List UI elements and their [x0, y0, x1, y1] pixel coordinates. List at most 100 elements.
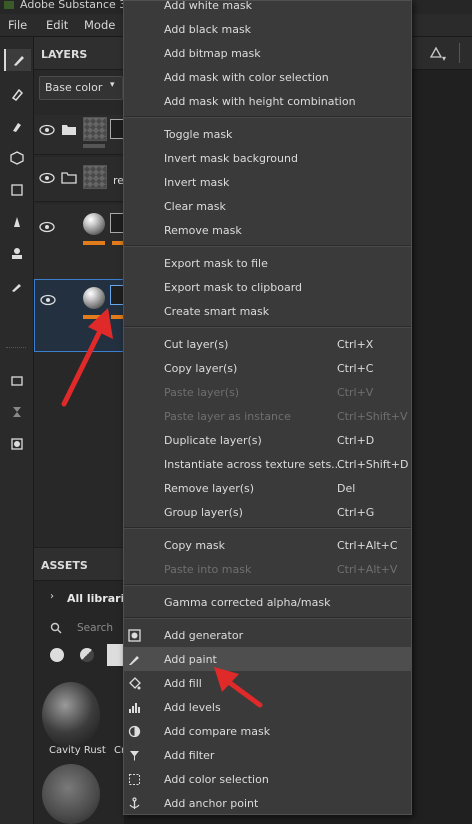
channel-select[interactable]: Base color ▾ — [39, 76, 123, 100]
folder-icon — [62, 125, 76, 135]
menu-separator — [124, 245, 411, 247]
menu-item-shortcut: Ctrl+Alt+C — [337, 538, 398, 552]
menu-item-shortcut: Ctrl+G — [337, 505, 375, 519]
menu-item-add-color-selection[interactable]: Add color selection — [124, 767, 411, 791]
menu-item-label: Toggle mask — [164, 127, 233, 141]
menu-mode[interactable]: Mode — [84, 18, 115, 32]
menu-item-label: Add white mask — [164, 0, 252, 12]
hourglass-icon[interactable] — [4, 401, 29, 423]
menu-item-label: Paste layer as instance — [164, 409, 291, 423]
menu-item-add-mask-with-color-selection[interactable]: Add mask with color selection — [124, 65, 411, 89]
menu-item-cut-layer-s[interactable]: Cut layer(s) Ctrl+X — [124, 332, 411, 356]
projection-tool-icon[interactable] — [4, 115, 29, 137]
menu-item-remove-layer-s[interactable]: Remove layer(s) Del — [124, 476, 411, 500]
menu-item-gamma-corrected-alpha-mask[interactable]: Gamma corrected alpha/mask — [124, 590, 411, 614]
menu-item-label: Add filter — [164, 748, 215, 762]
menu-edit[interactable]: Edit — [46, 18, 68, 32]
layer-row[interactable]: re — [34, 157, 124, 202]
menu-item-label: Gamma corrected alpha/mask — [164, 595, 331, 609]
asset-thumbnail[interactable] — [42, 682, 100, 748]
assets-panel: ASSETS › All librarie Search Cavity Rust… — [34, 548, 132, 824]
layer-thumbnail — [83, 117, 107, 141]
eraser-tool-icon[interactable] — [4, 83, 29, 105]
menu-item-add-mask-with-height-combination[interactable]: Add mask with height combination — [124, 89, 411, 113]
menu-separator — [124, 527, 411, 529]
paint-brush-tool-icon[interactable] — [4, 49, 31, 71]
menu-item-add-levels[interactable]: Add levels — [124, 695, 411, 719]
menu-item-add-anchor-point[interactable]: Add anchor point — [124, 791, 411, 815]
eye-icon[interactable] — [39, 221, 55, 233]
stamp-tool-icon[interactable] — [4, 243, 29, 265]
camera-icon[interactable] — [4, 433, 29, 455]
search-input[interactable]: Search — [77, 622, 113, 634]
clone-tool-icon[interactable] — [4, 211, 29, 233]
menu-item-create-smart-mask[interactable]: Create smart mask — [124, 299, 411, 323]
tool-bar — [0, 37, 34, 824]
asset-thumbnail[interactable] — [42, 764, 100, 824]
smudge-tool-icon[interactable] — [4, 179, 29, 201]
menu-item-export-mask-to-file[interactable]: Export mask to file — [124, 251, 411, 275]
menu-item-add-white-mask[interactable]: Add white mask — [124, 0, 411, 17]
layer-row-selected[interactable] — [34, 279, 126, 352]
menu-item-copy-layer-s[interactable]: Copy layer(s) Ctrl+C — [124, 356, 411, 380]
menu-item-invert-mask[interactable]: Invert mask — [124, 170, 411, 194]
filter-masks-icon[interactable] — [107, 644, 124, 666]
menu-item-label: Remove mask — [164, 223, 242, 237]
menu-item-duplicate-layer-s[interactable]: Duplicate layer(s) Ctrl+D — [124, 428, 411, 452]
menu-item-paste-layer-s: Paste layer(s) Ctrl+V — [124, 380, 411, 404]
menu-item-instantiate-across-texture-sets[interactable]: Instantiate across texture sets... Ctrl+S… — [124, 452, 411, 476]
app-logo-icon — [4, 1, 14, 9]
menu-item-toggle-mask[interactable]: Toggle mask — [124, 122, 411, 146]
menu-file[interactable]: File — [8, 18, 27, 32]
menu-item-add-fill[interactable]: Add fill — [124, 671, 411, 695]
menu-item-label: Add compare mask — [164, 724, 271, 738]
menu-item-remove-mask[interactable]: Remove mask — [124, 218, 411, 242]
menu-item-add-generator[interactable]: Add generator — [124, 623, 411, 647]
layer-thumbnail — [83, 165, 107, 189]
menu-item-add-paint[interactable]: Add paint — [124, 647, 411, 671]
eye-icon[interactable] — [40, 294, 56, 306]
menu-item-add-bitmap-mask[interactable]: Add bitmap mask — [124, 41, 411, 65]
layer-bar — [83, 144, 105, 148]
menu-item-add-filter[interactable]: Add filter — [124, 743, 411, 767]
paint-brush-icon — [126, 651, 142, 667]
menu-item-shortcut: Ctrl+V — [337, 385, 374, 399]
layer-color-bar — [83, 241, 105, 245]
chevron-right-icon[interactable]: › — [50, 591, 54, 602]
bake-tool-icon[interactable] — [4, 369, 29, 391]
menu-item-shortcut: Ctrl+Alt+V — [337, 562, 398, 576]
eye-icon[interactable] — [39, 124, 55, 136]
menu-item-invert-mask-background[interactable]: Invert mask background — [124, 146, 411, 170]
menu-item-label: Add levels — [164, 700, 221, 714]
menu-item-label: Export mask to file — [164, 256, 268, 270]
menu-item-label: Add paint — [164, 652, 217, 666]
filter-materials-icon[interactable] — [50, 648, 64, 662]
menu-item-group-layer-s[interactable]: Group layer(s) Ctrl+G — [124, 500, 411, 524]
menu-item-add-black-mask[interactable]: Add black mask — [124, 17, 411, 41]
menu-item-export-mask-to-clipboard[interactable]: Export mask to clipboard — [124, 275, 411, 299]
fill-bucket-icon — [126, 675, 142, 691]
menu-item-add-compare-mask[interactable]: Add compare mask — [124, 719, 411, 743]
menu-item-clear-mask[interactable]: Clear mask — [124, 194, 411, 218]
menu-item-label: Clear mask — [164, 199, 226, 213]
menu-item-label: Add generator — [164, 628, 244, 642]
menu-separator — [124, 584, 411, 586]
polygon-fill-icon[interactable] — [4, 147, 29, 169]
chevron-down-icon: ▾ — [442, 54, 447, 63]
color-picker-icon[interactable] — [4, 275, 29, 297]
levels-icon — [126, 699, 142, 715]
color-selection-icon — [126, 771, 142, 787]
menu-item-paste-layer-as-instance: Paste layer as instance Ctrl+Shift+V — [124, 404, 411, 428]
layer-row[interactable] — [34, 115, 126, 155]
filter-smart-materials-icon[interactable] — [80, 648, 94, 662]
layer-row[interactable] — [34, 204, 126, 280]
assets-panel-title: ASSETS — [41, 559, 88, 572]
menu-item-label: Duplicate layer(s) — [164, 433, 262, 447]
menu-item-label: Add mask with height combination — [164, 94, 356, 108]
filter-icon — [126, 747, 142, 763]
eye-icon[interactable] — [39, 172, 55, 184]
layers-panel-header: LAYERS — [34, 37, 124, 70]
layer-color-bar — [111, 315, 123, 319]
menu-item-label: Cut layer(s) — [164, 337, 229, 351]
menu-item-copy-mask[interactable]: Copy mask Ctrl+Alt+C — [124, 533, 411, 557]
